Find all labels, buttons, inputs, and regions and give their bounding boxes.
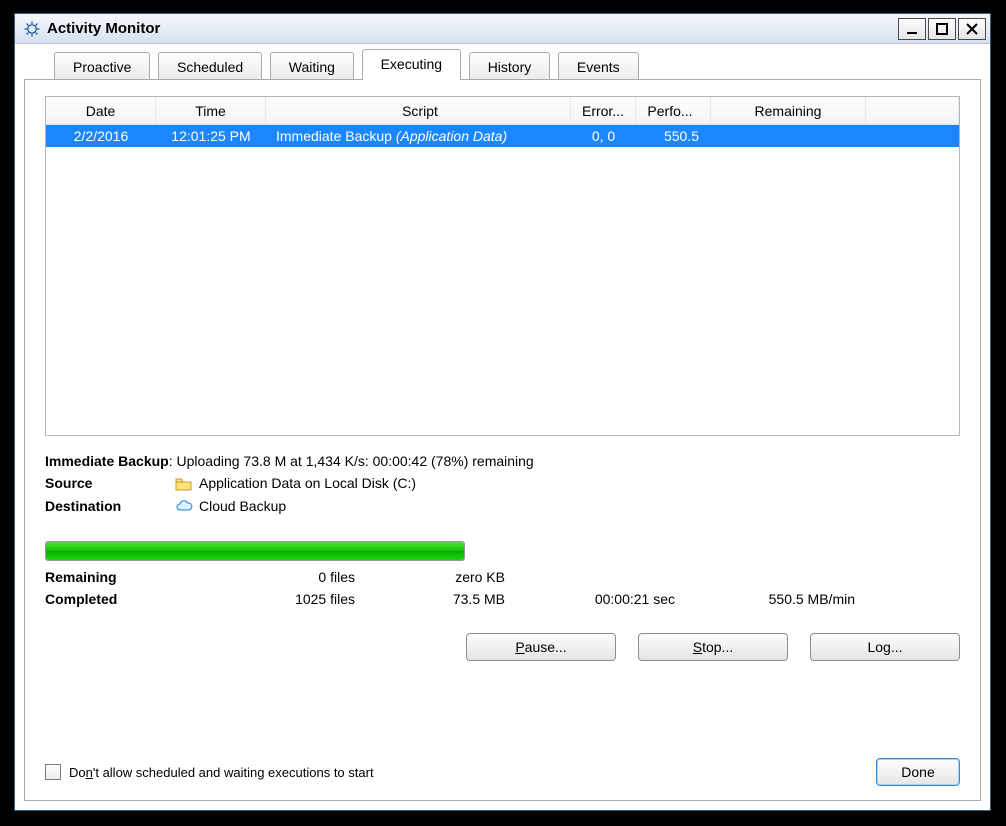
stats-remaining: Remaining 0 files zero KB	[45, 567, 960, 589]
cell-date: 2/2/2016	[46, 128, 156, 144]
script-args: (Application Data)	[396, 128, 507, 144]
stats-remaining-files: 0 files	[175, 567, 355, 589]
stats-remaining-size: zero KB	[355, 567, 505, 589]
tab-waiting[interactable]: Waiting	[270, 52, 354, 80]
activity-grid: Date Time Script Error... Perfo... Remai…	[45, 96, 960, 436]
tab-page-executing: Date Time Script Error... Perfo... Remai…	[24, 79, 981, 801]
cell-script: Immediate Backup (Application Data)	[266, 128, 571, 144]
pause-button[interactable]: Pause...	[466, 633, 616, 661]
dont-allow-label[interactable]: Don't allow scheduled and waiting execut…	[69, 765, 374, 780]
titlebar: Activity Monitor	[15, 14, 990, 44]
folder-icon	[175, 476, 193, 492]
status-backup-name: Immediate Backup	[45, 450, 169, 472]
col-header-perf[interactable]: Perfo...	[636, 97, 711, 125]
tab-proactive[interactable]: Proactive	[54, 52, 150, 80]
script-name: Immediate Backup	[276, 128, 392, 144]
status-source-value: Application Data on Local Disk (C:)	[199, 472, 416, 494]
status-destination: Destination Cloud Backup	[45, 495, 960, 517]
action-row: Pause... Stop... Log...	[45, 633, 960, 661]
stats-completed-time: 00:00:21 sec	[505, 589, 675, 611]
stats-completed: Completed 1025 files 73.5 MB 00:00:21 se…	[45, 589, 960, 611]
tab-events[interactable]: Events	[558, 52, 639, 80]
status-block: Immediate Backup : Uploading 73.8 M at 1…	[45, 450, 960, 517]
grid-header: Date Time Script Error... Perfo... Remai…	[46, 97, 959, 125]
footer: Don't allow scheduled and waiting execut…	[45, 758, 960, 786]
cloud-icon	[175, 498, 193, 514]
dont-allow-checkbox[interactable]	[45, 764, 61, 780]
progress-fill	[46, 542, 464, 560]
grid-row[interactable]: 2/2/2016 12:01:25 PM Immediate Backup (A…	[46, 125, 959, 147]
close-button[interactable]	[958, 18, 986, 40]
status-source-label: Source	[45, 472, 175, 494]
cell-time: 12:01:25 PM	[156, 128, 266, 144]
col-header-date[interactable]: Date	[46, 97, 156, 125]
status-upload: Immediate Backup : Uploading 73.8 M at 1…	[45, 450, 960, 472]
tab-scheduled[interactable]: Scheduled	[158, 52, 262, 80]
gear-sun-icon	[23, 20, 41, 38]
minimize-button[interactable]	[898, 18, 926, 40]
status-dest-value: Cloud Backup	[199, 495, 286, 517]
progress-bar	[45, 541, 465, 561]
window-title: Activity Monitor	[47, 20, 160, 37]
cell-perf: 550.5	[636, 128, 711, 144]
status-upload-text: : Uploading 73.8 M at 1,434 K/s: 00:00:4…	[169, 450, 534, 472]
stats-remaining-rate	[675, 567, 855, 589]
status-source: Source Application Data on Local Disk (C…	[45, 472, 960, 494]
col-header-time[interactable]: Time	[156, 97, 266, 125]
tab-executing[interactable]: Executing	[362, 49, 461, 80]
stop-button[interactable]: Stop...	[638, 633, 788, 661]
stats-remaining-label: Remaining	[45, 567, 175, 589]
done-button[interactable]: Done	[876, 758, 960, 786]
stats-remaining-time	[505, 567, 675, 589]
tab-strip: Proactive Scheduled Waiting Executing Hi…	[24, 49, 981, 79]
log-button[interactable]: Log...	[810, 633, 960, 661]
stats-completed-rate: 550.5 MB/min	[675, 589, 855, 611]
col-header-script[interactable]: Script	[266, 97, 571, 125]
window: Activity Monitor Proactive Scheduled Wai…	[14, 13, 991, 811]
stats-completed-label: Completed	[45, 589, 175, 611]
tab-history[interactable]: History	[469, 52, 551, 80]
col-header-filler	[866, 97, 959, 125]
stats-completed-files: 1025 files	[175, 589, 355, 611]
status-dest-label: Destination	[45, 495, 175, 517]
maximize-button[interactable]	[928, 18, 956, 40]
stats-block: Remaining 0 files zero KB Completed 1025…	[45, 567, 960, 610]
col-header-errors[interactable]: Error...	[571, 97, 636, 125]
stats-completed-size: 73.5 MB	[355, 589, 505, 611]
client-area: Proactive Scheduled Waiting Executing Hi…	[24, 49, 981, 801]
cell-errors: 0, 0	[571, 128, 636, 144]
col-header-remaining[interactable]: Remaining	[711, 97, 866, 125]
